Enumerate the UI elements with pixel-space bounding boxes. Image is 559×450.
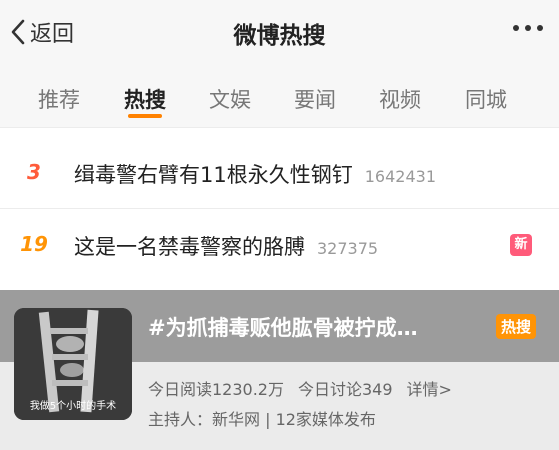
more-options-icon[interactable] [513, 25, 543, 31]
discussion-count: 今日讨论349 [298, 380, 393, 399]
hot-topic-text: 这是一名禁毒警察的胳膊 [74, 235, 305, 259]
hot-list-item[interactable]: 19 这是一名禁毒警察的胳膊 327375 新 [0, 209, 559, 281]
hot-topic-text: 缉毒警右臂有11根永久性钢钉 [74, 163, 353, 187]
hot-list-item[interactable]: 3 缉毒警右臂有11根永久性钢钉 1642431 [0, 136, 559, 208]
thumbnail-caption: 我做5个小时的手术 [29, 401, 117, 412]
topic-host: 主持人：新华网 | 12家媒体发布 [148, 410, 376, 429]
tab-entertainment[interactable]: 文娱 [209, 84, 251, 114]
top-nav-bar: 返回 微博热搜 [0, 0, 559, 66]
details-link[interactable]: 详情> [407, 380, 452, 399]
read-count: 今日阅读1230.2万 [148, 380, 284, 399]
rank-number: 3 [27, 160, 41, 184]
hot-count: 1642431 [364, 167, 436, 186]
hot-badge: 热搜 [496, 314, 537, 339]
topic-card[interactable]: 我做5个小时的手术 #为抓捕毒贩他肱骨被拧成… 热搜 今日阅读1230.2万 今日… [0, 290, 559, 450]
page-title: 微博热搜 [233, 23, 326, 49]
tab-news[interactable]: 要闻 [294, 84, 336, 114]
category-tabs: 推荐 热搜 文娱 要闻 视频 同城 [0, 66, 559, 128]
topic-thumbnail[interactable]: 我做5个小时的手术 [14, 308, 132, 420]
topic-stats: 今日阅读1230.2万 今日讨论349 详情> [148, 376, 466, 400]
tab-video[interactable]: 视频 [379, 84, 421, 114]
active-tab-indicator [128, 114, 162, 118]
hot-topic-title: 这是一名禁毒警察的胳膊 327375 [74, 231, 378, 261]
hot-topic-title: 缉毒警右臂有11根永久性钢钉 1642431 [74, 159, 436, 189]
rank-number: 19 [20, 232, 48, 256]
tab-hot-search[interactable]: 热搜 [124, 84, 166, 114]
topic-title: #为抓捕毒贩他肱骨被拧成… [148, 316, 418, 340]
tab-local[interactable]: 同城 [465, 84, 507, 114]
hot-count: 327375 [317, 239, 379, 258]
new-badge: 新 [510, 234, 532, 256]
tab-recommend[interactable]: 推荐 [38, 84, 80, 114]
